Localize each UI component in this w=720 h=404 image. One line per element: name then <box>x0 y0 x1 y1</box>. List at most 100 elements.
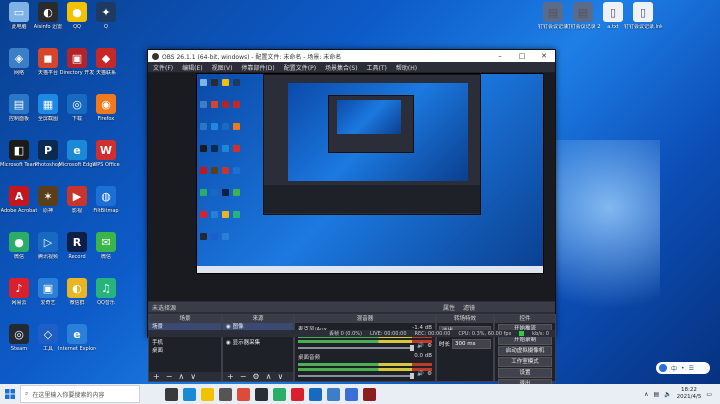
taskbar-search[interactable]: ⌕ 在这里输入你要搜索的内容 <box>20 385 140 403</box>
desktop-icon[interactable]: ✦ Q <box>87 2 125 30</box>
photos-taskbar-icon[interactable] <box>327 387 340 401</box>
ime-indicator[interactable]: 中 • ☰ <box>656 362 710 374</box>
add-scene-button[interactable]: + <box>153 372 160 381</box>
desktop-icon[interactable]: ◍ FiltBitmap <box>87 186 125 214</box>
app-icon: ◇ <box>38 324 58 344</box>
start-button[interactable] <box>0 384 20 404</box>
scene-item[interactable]: 桌面 <box>149 347 221 355</box>
scenes-panel: 场景 场景 IOS 手机 桌面 + − ∧ ∨ <box>148 314 222 382</box>
task-view-taskbar-icon[interactable] <box>165 387 178 401</box>
menu-file[interactable]: 文件(F) <box>153 63 173 72</box>
gear-icon[interactable]: ⚙ <box>427 343 432 349</box>
obs-window-title: OBS 26.1.1 (64-bit, windows) - 配置文件: 未命名… <box>162 53 342 61</box>
app-icon: ◐ <box>38 2 58 22</box>
obs-titlebar[interactable]: OBS 26.1.1 (64-bit, windows) - 配置文件: 未命名… <box>148 50 555 62</box>
desktop-icon-label: Steam <box>10 346 28 352</box>
volume-icon[interactable]: 🔈 <box>664 391 671 398</box>
bitrate: kb/s: 0 <box>532 330 549 337</box>
preview-desktop-icon <box>200 189 207 196</box>
app-icon: ▣ <box>67 48 87 68</box>
clock-time: 18:22 <box>681 387 697 393</box>
preview-desktop-icon <box>200 145 207 152</box>
app-icon: ◆ <box>96 48 116 68</box>
move-up-button[interactable]: ∧ <box>266 372 272 381</box>
ime-settings-icon: ☰ <box>688 364 694 372</box>
show-hidden-icons-icon[interactable]: ∧ <box>644 391 648 398</box>
source-item[interactable]: ◉ 显示器采集 <box>223 339 293 347</box>
preview-desktop-icon <box>211 211 218 218</box>
app-icon: P <box>38 140 58 160</box>
preview-desktop-icon <box>222 167 229 174</box>
scene-item[interactable]: 手机 <box>149 339 221 347</box>
preview-desktop-icon <box>211 79 218 86</box>
source-settings-button[interactable]: ⚙ <box>252 372 259 381</box>
preview-desktop-icon <box>233 189 240 196</box>
add-source-button[interactable]: + <box>227 372 234 381</box>
remove-source-button[interactable]: − <box>240 372 247 381</box>
qq-taskbar-icon[interactable] <box>309 387 322 401</box>
volume-slider[interactable] <box>298 344 415 351</box>
speaker-icon[interactable]: 🔊 <box>417 371 424 377</box>
nested-panels-1 <box>264 185 480 213</box>
menu-edit[interactable]: 编辑(E) <box>182 63 202 72</box>
desktop-icon[interactable]: ▯ 钉钉会议记录.lnk <box>624 2 662 30</box>
volume-slider[interactable] <box>298 372 415 379</box>
file-explorer-taskbar-icon[interactable] <box>201 387 214 401</box>
desktop-icon[interactable]: ◆ 天猫联系 <box>87 48 125 76</box>
dropped-frames: 丢帧 0 (0.0%) <box>329 331 362 337</box>
obs-preview[interactable] <box>148 73 555 301</box>
clock-date: 2021/4/5 <box>676 394 702 400</box>
studio-mode-button[interactable]: 工作室模式 <box>498 357 552 367</box>
settings-button[interactable]: 设置 <box>498 368 552 378</box>
search-placeholder: 在这里输入你要搜索的内容 <box>32 391 105 399</box>
desktop-icon[interactable]: W WPS Office <box>87 140 125 168</box>
menu-view[interactable]: 视图(V) <box>212 63 233 72</box>
scenes-header: 场景 <box>149 315 221 323</box>
menu-help[interactable]: 帮助(H) <box>396 63 417 72</box>
clock[interactable]: 18:22 2021/4/5 <box>677 387 702 401</box>
edge-taskbar-icon[interactable] <box>183 387 196 401</box>
app-icon: ◎ <box>67 94 87 114</box>
close-button[interactable]: ✕ <box>533 52 555 60</box>
minimize-button[interactable]: – <box>489 52 511 60</box>
mail-taskbar-icon[interactable] <box>345 387 358 401</box>
move-down-button[interactable]: ∨ <box>277 372 283 381</box>
app-x-taskbar-icon[interactable] <box>363 387 376 401</box>
desktop-icon[interactable]: e Internet Explorer <box>58 324 96 352</box>
desktop-icon-label: 钉钉会议记录.lnk <box>624 24 662 30</box>
chrome-taskbar-icon[interactable] <box>237 387 250 401</box>
start-virtual-camera-button[interactable]: 启动虚拟摄像机 <box>498 346 552 356</box>
maximize-button[interactable]: □ <box>511 52 533 60</box>
taskbar-apps <box>160 387 376 401</box>
gear-icon[interactable]: ⚙ <box>427 371 432 377</box>
preview-desktop-icon <box>233 101 240 108</box>
desktop-icon[interactable]: ♫ QQ音乐 <box>87 278 125 306</box>
wechat-taskbar-icon[interactable] <box>273 387 286 401</box>
preview-desktop-icon <box>222 123 229 130</box>
duration-input[interactable]: 300 ms <box>452 339 491 349</box>
menu-docks[interactable]: 停靠部件(D) <box>241 63 274 72</box>
menu-tools[interactable]: 工具(T) <box>367 63 387 72</box>
app-icon: ✦ <box>96 2 116 22</box>
app-icon: ♫ <box>96 278 116 298</box>
mixer-channel: 桌面音频 0.0 dB 🔊 ⚙ <box>295 351 435 379</box>
menu-scene-collection[interactable]: 场景集合(S) <box>325 63 358 72</box>
remove-scene-button[interactable]: − <box>166 372 173 381</box>
netease-taskbar-icon[interactable] <box>291 387 304 401</box>
desktop-icon[interactable]: ◉ Firefox <box>87 94 125 122</box>
obs-taskbar-icon[interactable] <box>255 387 268 401</box>
move-down-button[interactable]: ∨ <box>190 372 196 381</box>
network-icon[interactable]: ▤ <box>653 391 659 398</box>
preview-desktop-icon <box>200 79 207 86</box>
properties-button[interactable]: 属性 <box>443 303 455 312</box>
desktop-icon-label: 原神 <box>42 208 53 214</box>
speaker-icon[interactable]: 🔊 <box>417 343 424 349</box>
system-tray: ∧ ▤ 🔈 18:22 2021/4/5 ▭ <box>644 384 720 404</box>
desktop-icon[interactable]: ✉ 微信 <box>87 232 125 260</box>
filters-button[interactable]: 滤镜 <box>463 303 475 312</box>
notification-icon[interactable]: ▭ <box>706 391 712 398</box>
store-taskbar-icon[interactable] <box>219 387 232 401</box>
move-up-button[interactable]: ∧ <box>178 372 184 381</box>
sources-panel: 来源 ◉ 图像 ◉ 卡名元素 ◉ 显示器采集 + − ⚙ ∧ ∨ <box>222 314 294 382</box>
menu-profile[interactable]: 配置文件(P) <box>284 63 316 72</box>
